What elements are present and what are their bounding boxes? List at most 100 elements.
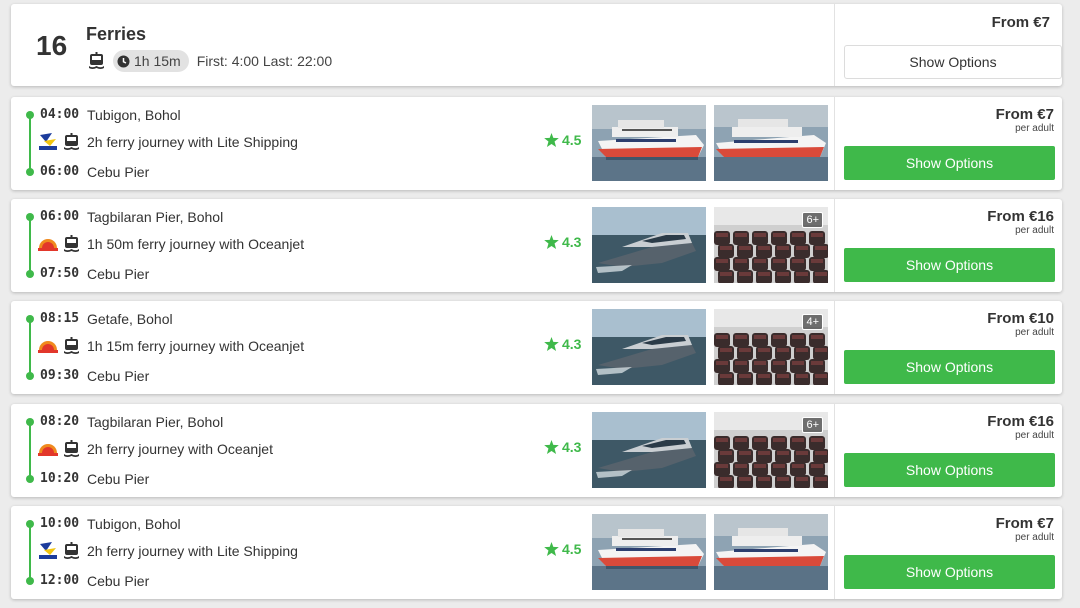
card-divider	[834, 97, 835, 190]
journey-description: 2h ferry journey with Oceanjet	[87, 441, 273, 457]
departure-place: Getafe, Bohol	[87, 311, 173, 327]
show-options-button[interactable]: Show Options	[844, 146, 1055, 180]
price: From €7	[995, 106, 1054, 123]
price-unit: per adult	[1015, 430, 1054, 441]
duration-pill: 1h 15m	[113, 50, 189, 72]
arrival-place: Cebu Pier	[87, 368, 150, 384]
first-last-times: First: 4:00 Last: 22:00	[196, 53, 333, 69]
ferry-icon	[64, 542, 79, 559]
price-unit: per adult	[1015, 123, 1054, 134]
price: From €7	[995, 515, 1054, 532]
arrival-time: 12:00	[40, 573, 80, 588]
route-card[interactable]: 10:00 Tubigon, Bohol 2h ferry journey with…	[11, 506, 1062, 599]
show-options-button[interactable]: Show Options	[844, 555, 1055, 589]
star-icon	[544, 542, 559, 556]
star-icon	[544, 440, 559, 454]
price: From €16	[987, 413, 1054, 430]
journey-description: 2h ferry journey with Lite Shipping	[87, 134, 298, 150]
timeline-line	[29, 422, 31, 479]
timeline-end-dot	[26, 270, 34, 278]
arrival-place: Cebu Pier	[87, 266, 150, 282]
star-icon	[544, 235, 559, 249]
rating[interactable]: 4.3	[544, 336, 581, 352]
rating-value: 4.5	[562, 132, 582, 148]
price: From €10	[987, 310, 1054, 327]
card-divider	[834, 4, 835, 86]
timeline-start-dot	[26, 520, 34, 528]
ferry-photo[interactable]: 4+	[714, 309, 828, 385]
header-show-options-button[interactable]: Show Options	[844, 45, 1062, 79]
rating[interactable]: 4.5	[544, 132, 581, 148]
route-card[interactable]: 08:15 Getafe, Bohol 1h 15m ferry journey w…	[11, 301, 1062, 394]
operator-icons	[38, 440, 80, 458]
arrival-place: Cebu Pier	[87, 164, 150, 180]
oceanjet-logo-icon	[38, 239, 58, 251]
ferries-summary-card: 16 Ferries 1h 15m First: 4:00 Last: 22:0…	[11, 4, 1062, 86]
price-block: From €7 per adult	[996, 515, 1054, 543]
ferry-photo[interactable]	[592, 412, 706, 488]
more-photos-badge[interactable]: 6+	[802, 417, 823, 433]
price-unit: per adult	[1015, 225, 1054, 236]
journey-description: 1h 15m ferry journey with Oceanjet	[87, 338, 305, 354]
oceanjet-logo-icon	[38, 341, 58, 353]
arrival-time: 09:30	[40, 368, 80, 383]
ferry-photo[interactable]	[592, 309, 706, 385]
ferry-photo[interactable]	[592, 207, 706, 283]
ferry-icon	[64, 133, 79, 150]
ferry-photo[interactable]: 6+	[714, 207, 828, 283]
route-card[interactable]: 08:20 Tagbilaran Pier, Bohol 2h ferry jour…	[11, 404, 1062, 497]
ferry-icon	[64, 337, 79, 354]
operator-icons	[38, 337, 80, 355]
price-block: From €7 per adult	[996, 106, 1054, 134]
departure-place: Tagbilaran Pier, Bohol	[87, 414, 224, 430]
card-divider	[834, 301, 835, 394]
card-divider	[834, 199, 835, 292]
operator-icons	[38, 133, 80, 151]
timeline-end-dot	[26, 168, 34, 176]
price-block: From €16 per adult	[987, 208, 1054, 236]
arrival-place: Cebu Pier	[87, 471, 150, 487]
ferry-photo[interactable]	[714, 514, 828, 590]
card-divider	[834, 506, 835, 599]
show-options-button[interactable]: Show Options	[844, 453, 1055, 487]
journey-description: 1h 50m ferry journey with Oceanjet	[87, 236, 305, 252]
lite-shipping-logo-icon	[39, 542, 57, 559]
ferry-photo[interactable]	[592, 514, 706, 590]
summary-row: 1h 15m First: 4:00 Last: 22:00	[88, 50, 332, 72]
timeline-start-dot	[26, 418, 34, 426]
timeline-start-dot	[26, 315, 34, 323]
show-options-button[interactable]: Show Options	[844, 248, 1055, 282]
show-options-button[interactable]: Show Options	[844, 350, 1055, 384]
timeline-start-dot	[26, 111, 34, 119]
departure-time: 08:15	[40, 311, 80, 326]
star-icon	[544, 133, 559, 147]
more-photos-badge[interactable]: 6+	[802, 212, 823, 228]
rating[interactable]: 4.5	[544, 541, 581, 557]
price-block: From €10 per adult	[987, 310, 1054, 338]
price-unit: per adult	[1015, 532, 1054, 543]
price-block: From €16 per adult	[987, 413, 1054, 441]
timeline-line	[29, 115, 31, 172]
rating-value: 4.5	[562, 541, 582, 557]
ferry-icon	[64, 440, 79, 457]
operator-icons	[38, 542, 80, 560]
mode-title: Ferries	[86, 24, 147, 44]
timeline-line	[29, 319, 31, 376]
rating[interactable]: 4.3	[544, 234, 581, 250]
price: From €16	[987, 208, 1054, 225]
departure-time: 10:00	[40, 516, 80, 531]
oceanjet-logo-icon	[38, 444, 58, 456]
timeline-end-dot	[26, 577, 34, 585]
lite-shipping-logo-icon	[39, 133, 57, 150]
rating[interactable]: 4.3	[544, 439, 581, 455]
departure-place: Tubigon, Bohol	[87, 107, 181, 123]
more-photos-badge[interactable]: 4+	[802, 314, 823, 330]
ferry-photo[interactable]	[592, 105, 706, 181]
route-card[interactable]: 04:00 Tubigon, Bohol 2h ferry journey with…	[11, 97, 1062, 190]
ferry-photo[interactable]: 6+	[714, 412, 828, 488]
journey-description: 2h ferry journey with Lite Shipping	[87, 543, 298, 559]
timeline-line	[29, 217, 31, 274]
route-card[interactable]: 06:00 Tagbilaran Pier, Bohol 1h 50m ferry …	[11, 199, 1062, 292]
ferry-photo[interactable]	[714, 105, 828, 181]
timeline-start-dot	[26, 213, 34, 221]
